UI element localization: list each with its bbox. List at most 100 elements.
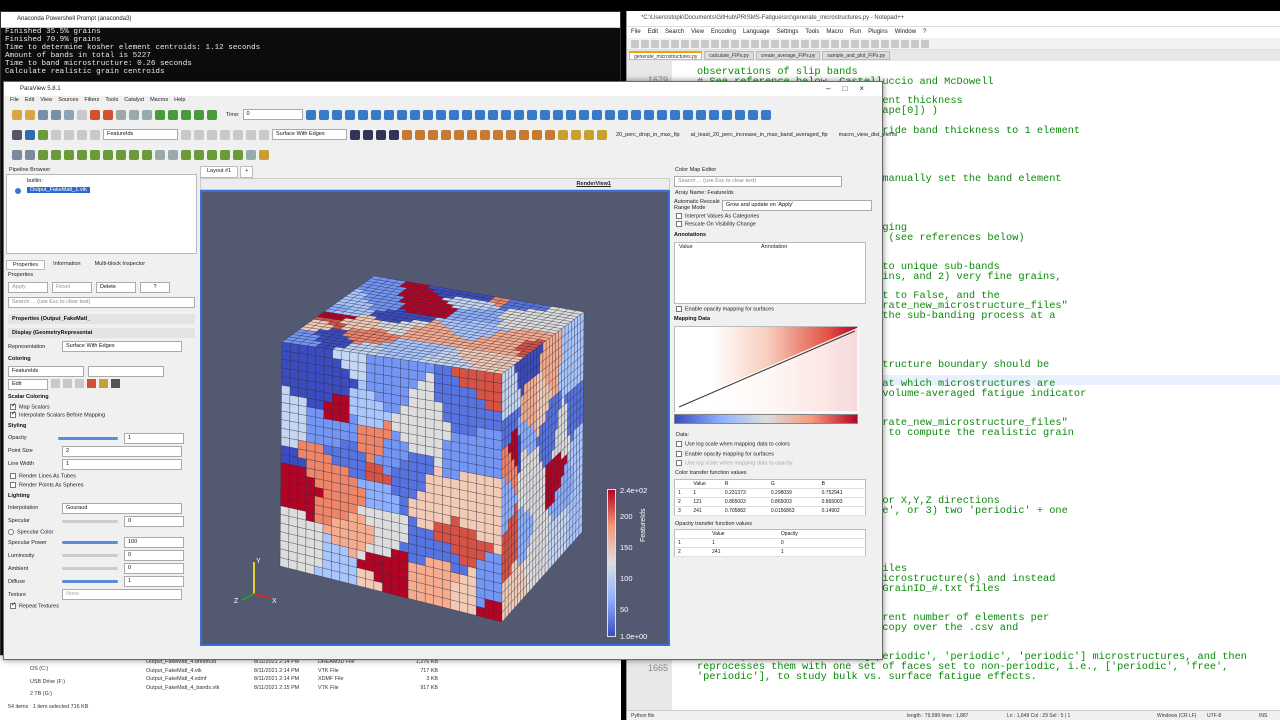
ctf-cell[interactable]: 0.298039 bbox=[767, 488, 819, 498]
opacity-input[interactable]: 1 bbox=[124, 432, 184, 444]
menu-item[interactable]: Edit bbox=[648, 29, 658, 36]
menu-item[interactable]: Tools bbox=[805, 29, 819, 36]
pipeline-browser[interactable]: Pipeline Browser builtin: Output_FakeMat… bbox=[6, 166, 197, 258]
otf-table[interactable]: Value Opacity 1 1 0 2 241 1 bbox=[674, 528, 866, 557]
ctf-cell[interactable]: 0.865003 bbox=[721, 497, 768, 507]
menu-item[interactable]: Filters bbox=[84, 97, 99, 104]
tab-sample-plot[interactable]: sample_and_plot_FIPs.py bbox=[822, 51, 891, 60]
ctf-cell[interactable]: 0.14902 bbox=[818, 506, 866, 516]
repeat-textures-checkbox[interactable] bbox=[10, 601, 16, 610]
log-scale-checkbox[interactable] bbox=[676, 441, 682, 448]
menu-item[interactable]: File bbox=[10, 97, 19, 104]
ambient-input[interactable]: 0 bbox=[124, 563, 184, 575]
properties-search[interactable]: Search ... (use Esc to clear text) bbox=[8, 297, 195, 308]
macro-3[interactable]: macro_view_dist_elems bbox=[839, 132, 898, 138]
rescale-visibility-checkbox[interactable] bbox=[676, 221, 682, 228]
ctf-cell[interactable]: 0.231373 bbox=[721, 488, 768, 498]
interp-checkbox[interactable] bbox=[10, 410, 16, 419]
menu-item[interactable]: Help bbox=[174, 97, 185, 104]
ctf-cell[interactable]: 0.752941 bbox=[818, 488, 866, 498]
window-controls[interactable]: –□× bbox=[826, 84, 876, 93]
apply-button[interactable]: Apply bbox=[8, 282, 48, 293]
edit-button[interactable]: Edit bbox=[8, 379, 48, 390]
ctf-cell[interactable]: 241 bbox=[690, 506, 722, 516]
properties-panel[interactable]: Properties Information Multi-block Inspe… bbox=[6, 260, 197, 658]
pipeline-builtin[interactable]: builtin: bbox=[27, 178, 43, 184]
tubes-checkbox[interactable] bbox=[10, 472, 16, 479]
ctf-row[interactable]: 1 1 0.231373 0.298039 0.752941 bbox=[674, 488, 866, 498]
log-opacity-checkbox[interactable] bbox=[676, 460, 682, 467]
display-section[interactable]: Display (GeometryRepresentat bbox=[8, 328, 195, 338]
tab-multiblock[interactable]: Multi-block Inspector bbox=[89, 260, 151, 270]
pipeline-source[interactable]: Output_FakeMatl_1.vtk bbox=[27, 187, 90, 193]
menu-item[interactable]: Edit bbox=[25, 97, 34, 104]
map-scalars-checkbox[interactable] bbox=[10, 402, 16, 410]
tab-generate[interactable]: generate_microstructures.py bbox=[629, 51, 703, 60]
annotations-table[interactable]: Value Annotation bbox=[674, 241, 866, 304]
coloring-dropdown[interactable]: FeatureIds bbox=[8, 366, 84, 377]
line-width-input[interactable]: 1 bbox=[62, 458, 182, 470]
file-name[interactable]: Output_FakeMatl_4.vtk bbox=[146, 668, 202, 674]
delete-button[interactable]: Delete bbox=[96, 282, 136, 293]
menu-item[interactable]: Run bbox=[850, 29, 861, 36]
representation-select[interactable]: Surface With Edges bbox=[272, 129, 347, 140]
menu-item[interactable]: Search bbox=[665, 29, 684, 36]
add-layout-button[interactable]: + bbox=[240, 166, 254, 178]
otf-row[interactable]: 110 bbox=[674, 538, 866, 548]
macro-1[interactable]: 20_perc_drop_in_max_fip bbox=[616, 132, 680, 138]
otf-row[interactable]: 2 241 1 bbox=[674, 547, 866, 557]
otf-cell[interactable]: 0 bbox=[777, 538, 866, 548]
drive-c[interactable]: OS (C:) bbox=[30, 666, 48, 672]
opacity-slider[interactable] bbox=[58, 436, 118, 440]
color-transfer-bar[interactable] bbox=[674, 414, 858, 425]
diffuse-slider[interactable] bbox=[62, 580, 118, 584]
point-size-input[interactable]: 2 bbox=[62, 445, 182, 457]
specular-color-swatch[interactable] bbox=[8, 528, 14, 535]
tab-properties[interactable]: Properties bbox=[6, 260, 46, 270]
coloring-component[interactable] bbox=[88, 366, 164, 377]
drive-f[interactable]: USB Drive (F:) bbox=[30, 679, 65, 685]
ctf-cell[interactable]: 0.705882 bbox=[721, 506, 768, 516]
spec-power-input[interactable]: 100 bbox=[124, 537, 184, 549]
menu-item[interactable]: Sources bbox=[58, 97, 78, 104]
cme-search[interactable]: Search ... (use Esc to clear text) bbox=[674, 176, 842, 187]
menu-item[interactable]: Settings bbox=[777, 29, 799, 36]
luminosity-slider[interactable] bbox=[62, 554, 118, 558]
menu-item[interactable]: File bbox=[631, 29, 641, 36]
file-name[interactable]: Output_FakeMatl_4.xdmf bbox=[146, 676, 207, 682]
ctf-cell[interactable]: 121 bbox=[690, 497, 722, 507]
layout-tab[interactable]: Layout #1 bbox=[200, 166, 239, 178]
ctf-cell[interactable]: 0.0156863 bbox=[767, 506, 819, 516]
auto-rescale-dropdown[interactable]: Grow and update on 'Apply' bbox=[722, 199, 872, 211]
specular-slider[interactable] bbox=[62, 519, 118, 523]
opacity-editor[interactable] bbox=[674, 326, 859, 414]
ctf-cell[interactable]: 1 bbox=[690, 488, 722, 498]
interpret-categories-checkbox[interactable] bbox=[676, 213, 682, 219]
ctf-row[interactable]: 3 241 0.705882 0.0156863 0.14902 bbox=[674, 506, 866, 516]
file-name[interactable]: Output_FakeMatl_4_bands.vtk bbox=[146, 685, 219, 691]
diffuse-input[interactable]: 1 bbox=[124, 576, 184, 588]
menu-item[interactable]: Macro bbox=[826, 29, 843, 36]
render-view[interactable]: Y X Z 2.4e+02 200 150 100 50 1.0e+00 Fea… bbox=[200, 190, 670, 646]
eye-icon[interactable] bbox=[15, 188, 21, 194]
interpolation-dropdown[interactable]: Gouraud bbox=[62, 502, 182, 514]
menu-item[interactable]: Plugins bbox=[868, 29, 888, 36]
paraview-window[interactable]: ParaView 5.8.1 –□× File Edit View Sources Fi… bbox=[3, 81, 897, 660]
otf-cell[interactable]: 241 bbox=[709, 547, 778, 557]
file-explorer[interactable]: OS (C:) USB Drive (F:) 2 TB (G:) 54 item… bbox=[0, 655, 621, 720]
texture-dropdown[interactable]: None bbox=[62, 589, 182, 601]
specular-input[interactable]: 0 bbox=[124, 515, 184, 527]
spec-power-slider[interactable] bbox=[62, 541, 118, 545]
menu-item[interactable]: Encoding bbox=[711, 29, 736, 36]
tab-create-average[interactable]: create_average_FIPs.py bbox=[755, 51, 821, 60]
tab-calculate[interactable]: calculate_FIPs.py bbox=[704, 51, 754, 60]
color-by-select[interactable]: FeatureIds bbox=[103, 129, 178, 140]
properties-section[interactable]: Properties (Output_FakeMatl_ bbox=[8, 314, 195, 324]
menu-item[interactable]: View bbox=[40, 97, 52, 104]
ctf-cell[interactable]: 0.865003 bbox=[818, 497, 866, 507]
ctf-table[interactable]: Value R G B 1 1 0.231373 0.298039 0.752941 2 121 0… bbox=[674, 478, 866, 516]
help-button[interactable]: ? bbox=[140, 282, 170, 293]
spheres-checkbox[interactable] bbox=[10, 482, 16, 489]
representation-dropdown[interactable]: Surface With Edges bbox=[62, 341, 182, 352]
color-map-editor[interactable]: Color Map Editor Search ... (use Esc to … bbox=[672, 166, 880, 656]
